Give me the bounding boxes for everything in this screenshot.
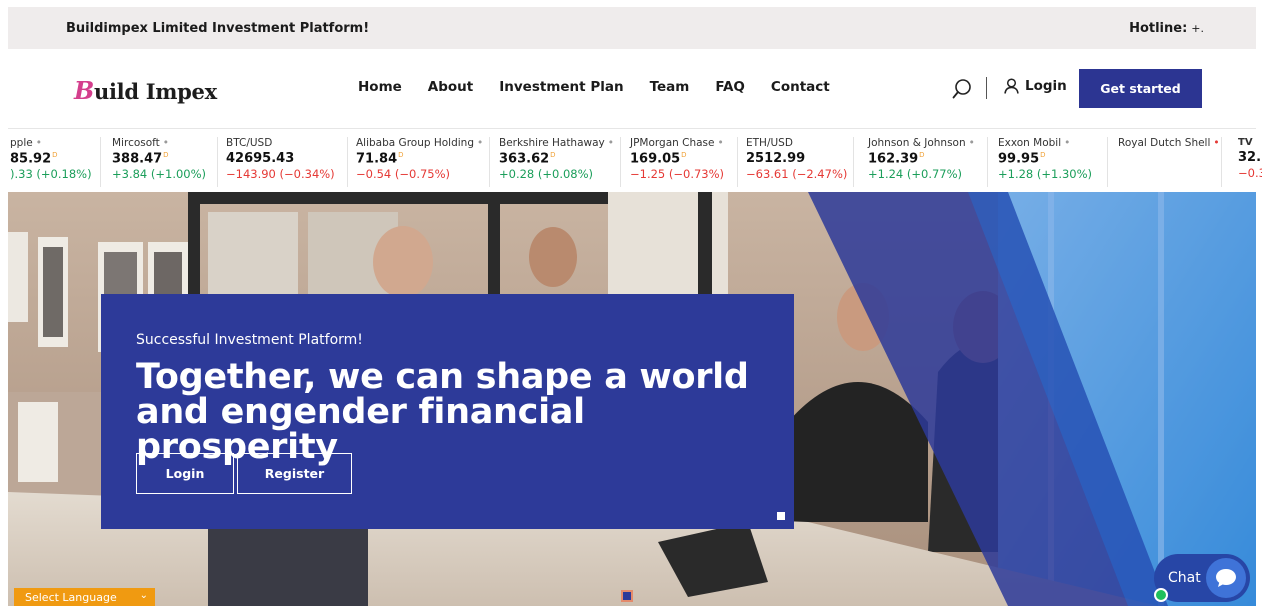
ticker-item[interactable]: Berkshire Hathaway • 363.62D +0.28 (+0.08…	[497, 137, 621, 187]
ticker-change: +1.28 (+1.30%)	[998, 167, 1093, 182]
delayed-badge: D	[919, 151, 925, 159]
ticker-item[interactable]: JPMorgan Chase • 169.05D −1.25 (−0.73%)	[628, 137, 738, 187]
user-icon	[1004, 78, 1019, 94]
chat-bubble-icon	[1206, 558, 1246, 598]
hero-section: Successful Investment Platform! Together…	[8, 192, 1256, 606]
ticker-item[interactable]: TV 32. −0.3	[1236, 137, 1262, 187]
delayed-badge: D	[1040, 151, 1046, 159]
nav-menu: Home About Investment Plan Team FAQ Cont…	[358, 79, 830, 95]
logo-text: uild Impex	[94, 79, 217, 104]
delayed-badge: D	[681, 151, 687, 159]
site-logo[interactable]: Build Impex	[74, 76, 217, 105]
ticker-price: 85.92	[10, 151, 52, 167]
ticker-item[interactable]: Royal Dutch Shell •	[1116, 137, 1222, 187]
hero-login-button[interactable]: Login	[136, 453, 234, 494]
ticker-price: 388.47	[112, 151, 163, 167]
ticker-change: +1.24 (+0.77%)	[868, 167, 963, 182]
ticker-name: Royal Dutch Shell	[1118, 137, 1211, 149]
ticker-change: −0.3	[1238, 166, 1262, 180]
nav-divider	[986, 77, 987, 99]
delayed-badge: D	[52, 151, 58, 159]
ticker-item[interactable]: Exxon Mobil • 99.95D +1.28 (+1.30%)	[996, 137, 1108, 187]
ticker-item[interactable]: Mircosoft • 388.47D +3.84 (+1.00%)	[110, 137, 218, 187]
chat-label: Chat	[1168, 570, 1201, 586]
chat-widget-button[interactable]: Chat	[1154, 554, 1250, 602]
ticker-name: Johnson & Johnson	[868, 137, 966, 149]
ticker-change: −0.54 (−0.75%)	[356, 167, 451, 182]
language-select[interactable]: Select Language ⌄	[14, 588, 155, 606]
ticker-item[interactable]: ETH/USD 2512.99 −63.61 (−2.47%)	[744, 137, 854, 187]
ticker-price: 42695.43	[226, 151, 295, 166]
ticker-name: Mircosoft	[112, 137, 160, 149]
ticker-item[interactable]: pple • 85.92D ).33 (+0.18%)	[8, 137, 101, 187]
nav-login-label: Login	[1025, 78, 1067, 94]
market-status-dot: •	[162, 137, 169, 149]
ticker-price: 99.95	[998, 151, 1040, 167]
hotline-label: Hotline:	[1129, 20, 1188, 36]
ticker-price: 71.84	[356, 151, 398, 167]
ticker-change: +3.84 (+1.00%)	[112, 167, 207, 182]
nav-item-home[interactable]: Home	[358, 79, 402, 95]
market-status-dot: •	[968, 137, 975, 149]
ticker-name: Alibaba Group Holding	[356, 137, 474, 149]
ticker-name: BTC/USD	[226, 137, 273, 149]
ticker-price: 162.39	[868, 151, 919, 167]
nav-item-faq[interactable]: FAQ	[715, 79, 745, 95]
ticker-item[interactable]: Johnson & Johnson • 162.39D +1.24 (+0.77%…	[866, 137, 988, 187]
top-bar: Buildimpex Limited Investment Platform! …	[8, 7, 1256, 49]
delayed-badge: D	[550, 151, 556, 159]
chevron-down-icon: ⌄	[139, 590, 148, 601]
market-status-dot: •	[1213, 137, 1220, 149]
ticker-name: pple	[10, 137, 33, 149]
ticker-name: ETH/USD	[746, 137, 793, 149]
nav-login-link[interactable]: Login	[1004, 78, 1067, 94]
hero-subtitle: Successful Investment Platform!	[136, 332, 363, 348]
ticker-item[interactable]: BTC/USD 42695.43 −143.90 (−0.34%)	[224, 137, 348, 187]
language-select-label: Select Language	[25, 590, 117, 604]
logo-initial: B	[74, 76, 94, 105]
search-icon[interactable]	[952, 78, 972, 100]
ticker-change: −143.90 (−0.34%)	[226, 167, 335, 181]
hero-title: Together, we can shape a world and engen…	[136, 357, 749, 467]
market-status-dot: •	[35, 137, 42, 149]
nav-item-team[interactable]: Team	[650, 79, 690, 95]
main-navbar: Build Impex Home About Investment Plan T…	[8, 49, 1256, 129]
tradingview-logo: TV	[1238, 137, 1253, 148]
nav-item-about[interactable]: About	[428, 79, 473, 95]
ticker-name: Berkshire Hathaway	[499, 137, 605, 149]
nav-item-contact[interactable]: Contact	[771, 79, 830, 95]
ticker-name: JPMorgan Chase	[630, 137, 715, 149]
stock-ticker[interactable]: pple • 85.92D ).33 (+0.18%) Mircosoft • 38…	[0, 130, 1262, 192]
ticker-change: +0.28 (+0.08%)	[499, 167, 594, 182]
market-status-dot: •	[717, 137, 724, 149]
online-status-indicator	[1154, 588, 1168, 602]
ticker-price: 363.62	[499, 151, 550, 167]
hotline-number[interactable]: +.	[1191, 22, 1204, 35]
ticker-price: 169.05	[630, 151, 681, 167]
page: Buildimpex Limited Investment Platform! …	[0, 0, 1262, 606]
hero-register-button[interactable]: Register	[237, 453, 352, 494]
market-status-dot: •	[607, 137, 614, 149]
ticker-change: −1.25 (−0.73%)	[630, 167, 725, 182]
top-bar-tagline: Buildimpex Limited Investment Platform!	[66, 20, 370, 36]
nav-item-investment-plan[interactable]: Investment Plan	[499, 79, 623, 95]
delayed-badge: D	[398, 151, 404, 159]
market-status-dot: •	[1064, 137, 1071, 149]
market-status-dot: •	[477, 137, 484, 149]
hero-decoration-square	[777, 512, 785, 520]
hero-card: Successful Investment Platform! Together…	[101, 294, 794, 529]
ticker-price: 2512.99	[746, 151, 806, 166]
slider-pagination-dot[interactable]	[621, 590, 633, 602]
ticker-price: 32.	[1238, 150, 1262, 165]
ticker-change: ).33 (+0.18%)	[10, 167, 92, 182]
hotline[interactable]: Hotline: +.	[1129, 21, 1204, 36]
ticker-change: −63.61 (−2.47%)	[746, 167, 848, 181]
delayed-badge: D	[163, 151, 169, 159]
get-started-button[interactable]: Get started	[1079, 69, 1202, 108]
ticker-name: Exxon Mobil	[998, 137, 1062, 149]
ticker-item[interactable]: Alibaba Group Holding • 71.84D −0.54 (−0.…	[354, 137, 490, 187]
